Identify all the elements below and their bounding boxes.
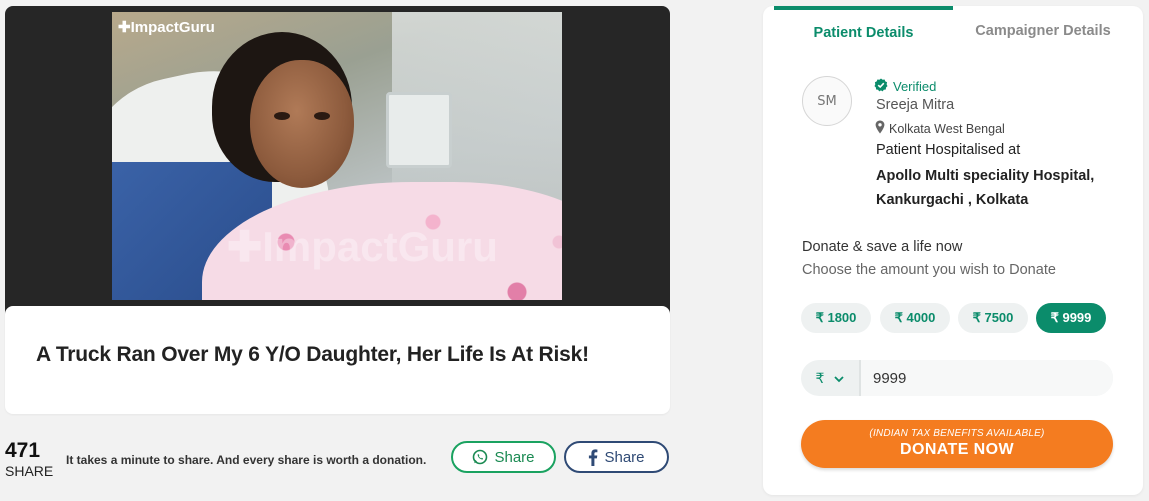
share-count-number: 471 bbox=[5, 439, 41, 462]
patient-avatar: SM bbox=[802, 76, 852, 126]
amount-option-9999[interactable]: ₹ 9999 bbox=[1036, 303, 1106, 333]
share-prompt: It takes a minute to share. And every sh… bbox=[66, 453, 427, 467]
photo-monitor bbox=[386, 92, 452, 168]
campaign-photo[interactable]: ✚ImpactGuru ✚ImpactGuru bbox=[112, 12, 562, 300]
amount-field: ₹ 9999 bbox=[801, 360, 1113, 396]
campaign-title: A Truck Ran Over My 6 Y/O Daughter, Her … bbox=[36, 343, 589, 366]
amount-option-4000[interactable]: ₹ 4000 bbox=[880, 303, 950, 333]
currency-symbol: ₹ bbox=[815, 369, 825, 386]
tab-patient-details[interactable]: Patient Details bbox=[774, 6, 953, 56]
facebook-share-label: Share bbox=[604, 448, 645, 466]
donate-now-label: DONATE NOW bbox=[900, 441, 1014, 458]
patient-location: Kolkata West Bengal bbox=[875, 120, 1005, 137]
donate-heading: Donate & save a life now bbox=[802, 239, 963, 255]
hospital-label: Patient Hospitalised at bbox=[876, 142, 1021, 158]
whatsapp-icon bbox=[472, 449, 488, 465]
facebook-share-button[interactable]: Share bbox=[564, 441, 669, 473]
photo-eye bbox=[274, 112, 290, 120]
facebook-icon bbox=[588, 448, 598, 466]
tab-campaigner-details[interactable]: Campaigner Details bbox=[953, 6, 1133, 56]
amount-option-7500[interactable]: ₹ 7500 bbox=[958, 303, 1028, 333]
impactguru-watermark: ✚ImpactGuru bbox=[227, 223, 498, 270]
patient-location-text: Kolkata West Bengal bbox=[889, 121, 1005, 136]
hospital-name: Apollo Multi speciality Hospital, Kankur… bbox=[876, 168, 1095, 208]
campaign-title-card: A Truck Ran Over My 6 Y/O Daughter, Her … bbox=[5, 306, 670, 414]
donation-panel: Patient Details Campaigner Details SM Ve… bbox=[763, 6, 1143, 495]
patient-name: Sreeja Mitra bbox=[876, 97, 955, 113]
impactguru-logo: ✚ImpactGuru bbox=[118, 19, 215, 36]
campaign-media: ✚ImpactGuru ✚ImpactGuru bbox=[5, 6, 670, 336]
currency-select[interactable]: ₹ bbox=[801, 360, 861, 396]
verified-label: Verified bbox=[893, 79, 937, 94]
share-count: 471 SHARE bbox=[5, 440, 55, 480]
donate-now-button[interactable]: (INDIAN TAX BENEFITS AVAILABLE) DONATE N… bbox=[801, 420, 1113, 468]
map-pin-icon bbox=[875, 120, 885, 137]
amount-option-1800[interactable]: ₹ 1800 bbox=[801, 303, 871, 333]
whatsapp-share-button[interactable]: Share bbox=[451, 441, 556, 473]
chevron-down-icon bbox=[834, 370, 845, 386]
verified-check-icon bbox=[874, 78, 888, 95]
share-count-label: SHARE bbox=[5, 463, 54, 479]
photo-face bbox=[250, 60, 354, 188]
photo-eye bbox=[314, 112, 330, 120]
verified-badge: Verified bbox=[874, 78, 936, 95]
tax-benefit-note: (INDIAN TAX BENEFITS AVAILABLE) bbox=[869, 428, 1045, 439]
amount-input[interactable]: 9999 bbox=[861, 360, 1113, 396]
whatsapp-share-label: Share bbox=[494, 448, 535, 466]
donate-subheading: Choose the amount you wish to Donate bbox=[802, 262, 1056, 278]
